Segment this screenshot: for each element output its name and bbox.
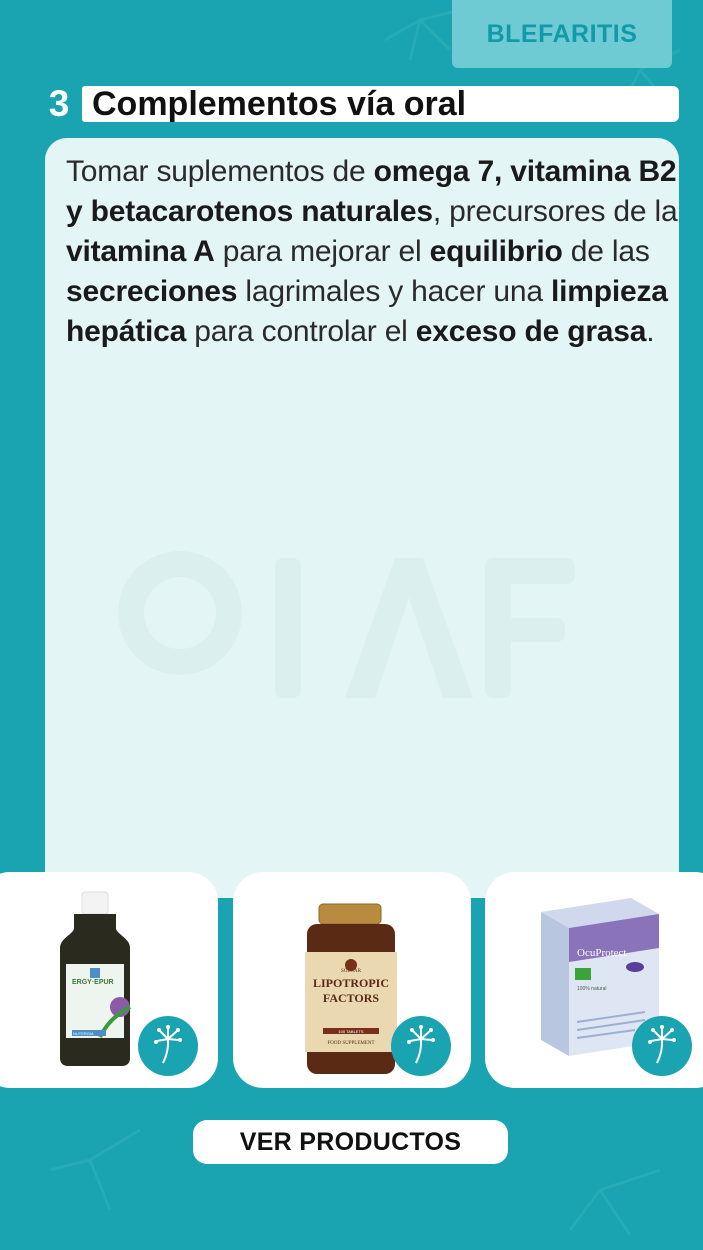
product-label-line2: FACTORS	[323, 991, 380, 1005]
dandelion-icon	[138, 1016, 198, 1076]
description-card: Tomar suplementos de omega 7, vitamina B…	[45, 138, 679, 898]
view-products-button[interactable]: VER PRODUCTOS	[193, 1120, 508, 1164]
body-text-segment: lagrimales y hacer una	[237, 275, 551, 308]
dandelion-icon	[632, 1016, 692, 1076]
body-text-segment: Tomar suplementos de	[66, 155, 374, 188]
product-card[interactable]: LIPOTROPIC FACTORS 100 TABLETS FOOD SUPP…	[233, 872, 471, 1088]
product-label-line1: LIPOTROPIC	[313, 976, 389, 990]
product-label-foot: FOOD SUPPLEMENT	[327, 1041, 374, 1046]
highlighted-text: exceso de grasa	[415, 315, 647, 348]
product-brand-text: SOLGAR	[341, 969, 362, 974]
highlighted-text: vitamina A	[66, 235, 215, 268]
body-text-segment: para controlar el	[186, 315, 416, 348]
dandelion-icon	[391, 1016, 451, 1076]
highlighted-text: secreciones	[66, 275, 238, 308]
product-label-sub: 100 TABLETS	[338, 1029, 364, 1034]
highlighted-text: equilibrio	[429, 235, 563, 268]
step-number: 3	[48, 83, 70, 124]
section-heading: Complementos vía oral	[82, 85, 679, 123]
product-maker-text: 100% natural	[577, 986, 606, 992]
product-brand-text: OcuProtect	[577, 947, 626, 959]
body-text-segment: , precursores de la	[432, 195, 678, 228]
product-maker-text: NUTERGIA	[73, 1031, 94, 1036]
section-title: Complementos vía oral	[92, 85, 467, 123]
product-label-text: ERGY·EPUR	[72, 979, 114, 986]
description-text: Tomar suplementos de omega 7, vitamina B…	[66, 152, 678, 352]
body-text-segment: para mejorar el	[214, 235, 430, 268]
category-tab[interactable]: BLEFARITIS	[452, 0, 672, 68]
product-card[interactable]: OcuProtect 100% natural	[485, 872, 703, 1088]
body-text-segment: .	[646, 315, 655, 348]
product-card[interactable]: ERGY·EPUR NUTERGIA	[0, 872, 218, 1088]
body-text-segment: de las	[562, 235, 650, 268]
